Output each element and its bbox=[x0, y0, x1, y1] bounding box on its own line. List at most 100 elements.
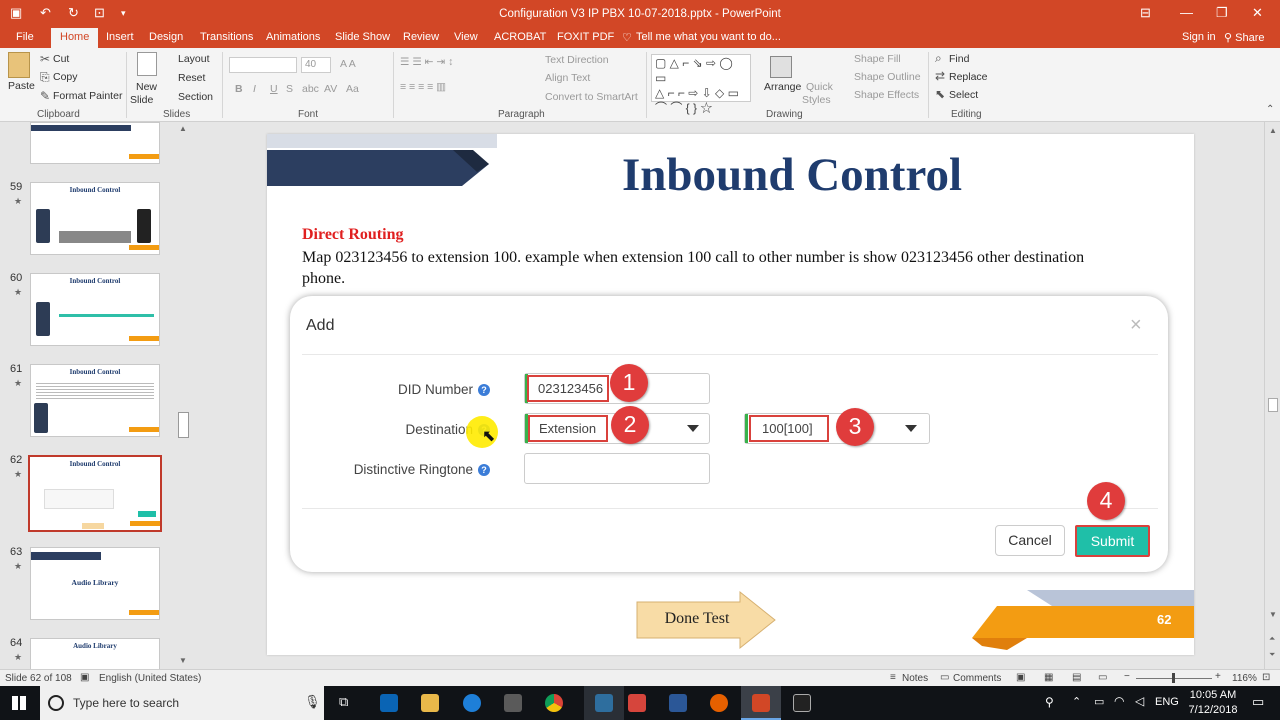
convert-smartart-button[interactable]: Convert to SmartArt bbox=[545, 91, 638, 103]
scroll-up-icon[interactable]: ▲ bbox=[1269, 126, 1277, 135]
language-status[interactable]: English (United States) bbox=[99, 673, 201, 684]
previous-slide-icon[interactable]: ⏶ bbox=[1269, 634, 1275, 644]
volume-icon[interactable]: ◁ bbox=[1135, 694, 1144, 708]
terminal-icon[interactable] bbox=[793, 694, 811, 712]
paste-button[interactable]: Paste bbox=[8, 80, 35, 92]
clock-time[interactable]: 10:05 AM bbox=[1188, 689, 1238, 701]
next-slide-icon[interactable]: ⏷ bbox=[1269, 650, 1275, 660]
slide-thumbnail[interactable]: Inbound Control bbox=[30, 182, 160, 255]
tab-file[interactable]: File bbox=[16, 31, 34, 43]
ringtone-input[interactable] bbox=[524, 453, 710, 484]
font-size-select[interactable]: 40 bbox=[301, 57, 331, 73]
language-indicator[interactable]: ENG bbox=[1155, 696, 1179, 708]
char-spacing-button[interactable]: AV bbox=[324, 83, 337, 95]
notes-button[interactable]: Notes bbox=[902, 673, 928, 684]
edge-icon[interactable] bbox=[463, 694, 481, 712]
text-direction-button[interactable]: Text Direction bbox=[545, 54, 609, 66]
paste-icon[interactable] bbox=[8, 52, 30, 78]
word-icon[interactable] bbox=[669, 694, 687, 712]
new-slide-label-1[interactable]: New bbox=[136, 81, 157, 93]
share-button[interactable]: ⚲ Share bbox=[1224, 31, 1264, 44]
store-icon[interactable] bbox=[504, 694, 522, 712]
change-case-button[interactable]: Aa bbox=[346, 83, 359, 95]
shape-outline-button[interactable]: Shape Outline bbox=[854, 71, 921, 83]
chrome-icon[interactable] bbox=[545, 694, 563, 712]
outlook-icon[interactable] bbox=[380, 694, 398, 712]
chevron-up-icon[interactable]: ⌃ bbox=[1072, 695, 1081, 708]
section-button[interactable]: Section bbox=[178, 91, 213, 103]
select-button[interactable]: Select bbox=[949, 89, 978, 101]
layout-button[interactable]: Layout bbox=[178, 53, 210, 65]
shape-fill-button[interactable]: Shape Fill bbox=[854, 53, 901, 65]
new-slide-label-2[interactable]: Slide bbox=[130, 94, 153, 106]
reset-button[interactable]: Reset bbox=[178, 72, 205, 84]
quick-styles-label-1[interactable]: Quick bbox=[806, 81, 833, 93]
file-explorer-icon[interactable] bbox=[421, 694, 439, 712]
font-name-select[interactable] bbox=[229, 57, 297, 73]
submit-button[interactable]: Submit bbox=[1075, 525, 1150, 557]
shadow-button[interactable]: abc bbox=[302, 83, 319, 95]
format-painter-button[interactable]: Format Painter bbox=[53, 90, 122, 102]
thumbnail-scrollbar[interactable]: ▲ ▼ bbox=[176, 122, 192, 669]
fit-slide-icon[interactable]: ⊡ bbox=[1262, 672, 1270, 683]
zoom-out-icon[interactable]: − bbox=[1124, 671, 1130, 682]
gift-icon[interactable] bbox=[628, 694, 646, 712]
scroll-down-icon[interactable]: ▼ bbox=[179, 656, 187, 665]
spellcheck-icon[interactable]: ▣ bbox=[80, 672, 89, 683]
scroll-thumb[interactable] bbox=[1268, 398, 1278, 412]
grow-font-icon[interactable]: A A bbox=[340, 58, 356, 70]
replace-button[interactable]: Replace bbox=[949, 71, 988, 83]
find-button[interactable]: Find bbox=[949, 53, 969, 65]
3cx-icon[interactable] bbox=[595, 694, 613, 712]
slide-thumbnail[interactable] bbox=[30, 122, 160, 164]
tab-view[interactable]: View bbox=[454, 31, 478, 43]
notification-icon[interactable]: ▭ bbox=[1252, 694, 1264, 710]
normal-view-icon[interactable]: ▣ bbox=[1016, 672, 1025, 683]
microphone-icon[interactable]: 🎙 bbox=[304, 694, 321, 710]
shapes-gallery[interactable]: ▢ △ ⌐ ⇘ ⇨ ◯ ▭ △ ⌐ ⌐ ⇨ ⇩ ◇ ▭ ⌒ ⌒ { } ☆ bbox=[651, 54, 751, 115]
zoom-slider-thumb[interactable] bbox=[1172, 673, 1175, 683]
collapse-ribbon-icon[interactable]: ⌃ bbox=[1266, 104, 1274, 115]
minimize-icon[interactable]: — bbox=[1180, 5, 1193, 20]
slideshow-view-icon[interactable]: ▭ bbox=[1098, 672, 1107, 683]
wifi-icon[interactable]: ◠ bbox=[1114, 694, 1124, 708]
help-icon[interactable]: ? bbox=[478, 464, 490, 476]
underline-button[interactable]: U bbox=[270, 83, 278, 95]
battery-icon[interactable]: ▭ bbox=[1094, 695, 1104, 708]
slide-scrollbar[interactable]: ▲ ▼ ⏶ ⏷ bbox=[1264, 122, 1280, 669]
slide-thumbnail[interactable]: Inbound Control bbox=[30, 364, 160, 437]
shape-effects-button[interactable]: Shape Effects bbox=[854, 89, 919, 101]
zoom-level[interactable]: 116% bbox=[1232, 673, 1257, 684]
arrange-icon[interactable] bbox=[770, 56, 792, 78]
sign-in-link[interactable]: Sign in bbox=[1182, 31, 1216, 43]
tab-review[interactable]: Review bbox=[403, 31, 439, 43]
ribbon-display-icon[interactable]: ⊟ bbox=[1140, 5, 1151, 21]
tab-insert[interactable]: Insert bbox=[106, 31, 134, 43]
maximize-icon[interactable]: ❐ bbox=[1216, 5, 1228, 21]
done-test-button[interactable]: Done Test bbox=[647, 610, 747, 628]
slide-thumbnail[interactable]: Audio Library bbox=[30, 638, 160, 669]
italic-button[interactable]: I bbox=[253, 83, 256, 95]
slide-thumbnail[interactable]: Inbound Control bbox=[30, 273, 160, 346]
arrange-button[interactable]: Arrange bbox=[764, 81, 801, 93]
quick-styles-label-2[interactable]: Styles bbox=[802, 94, 831, 106]
tab-slide-show[interactable]: Slide Show bbox=[335, 31, 390, 43]
slide-thumbnail[interactable]: Audio Library bbox=[30, 547, 160, 620]
cut-button[interactable]: Cut bbox=[53, 53, 69, 65]
cancel-button[interactable]: Cancel bbox=[995, 525, 1065, 556]
tab-design[interactable]: Design bbox=[149, 31, 183, 43]
people-icon[interactable]: ⚲ bbox=[1045, 695, 1054, 709]
help-icon[interactable]: ? bbox=[478, 384, 490, 396]
chevron-down-icon[interactable] bbox=[905, 425, 917, 432]
close-icon[interactable]: ✕ bbox=[1252, 5, 1263, 21]
strike-button[interactable]: S bbox=[286, 83, 293, 95]
tell-me-input[interactable]: Tell me what you want to do... bbox=[636, 31, 781, 43]
scroll-down-icon[interactable]: ▼ bbox=[1269, 610, 1277, 619]
firefox-icon[interactable] bbox=[710, 694, 728, 712]
slide-thumbnail-selected[interactable]: Inbound Control bbox=[28, 455, 162, 532]
scroll-thumb[interactable] bbox=[178, 412, 189, 438]
tab-transitions[interactable]: Transitions bbox=[200, 31, 253, 43]
powerpoint-icon[interactable] bbox=[752, 694, 770, 712]
copy-button[interactable]: Copy bbox=[53, 71, 78, 83]
clock-date[interactable]: 7/12/2018 bbox=[1186, 704, 1240, 716]
